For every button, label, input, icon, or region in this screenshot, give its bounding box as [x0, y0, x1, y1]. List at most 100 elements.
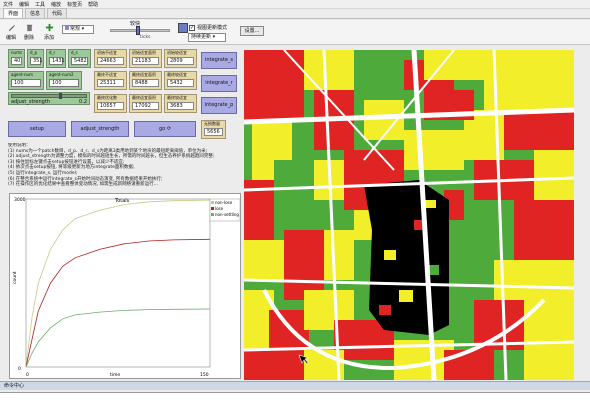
monitor: 最终不适宜 25311: [94, 71, 127, 90]
update-mode-select[interactable]: 持续更新 ▾: [188, 33, 226, 42]
delete-label: 删除: [23, 35, 34, 41]
view-updates-checkbox[interactable]: ✓: [189, 25, 195, 31]
monitor-label: 无损数量: [204, 121, 220, 126]
menu-zoom[interactable]: 缩放: [51, 1, 61, 8]
input-agent-num[interactable]: agent-num 100: [8, 71, 44, 90]
monitor-label: 最终不适宜: [97, 72, 117, 77]
input-label: d_r: [49, 50, 56, 55]
menu-help[interactable]: 帮助: [88, 1, 98, 8]
monitor: 最终适宜面积 8488: [129, 71, 162, 90]
instructions-text: 使用说明： (1) nums为一个patch数目，d_p、d_r、d_s为距离3…: [8, 143, 215, 188]
y-max-label: 3000: [14, 197, 26, 203]
legend-lose: lose: [215, 206, 224, 211]
monitor-label: 最终较适宜: [167, 72, 187, 77]
input-value[interactable]: 5482: [71, 57, 88, 65]
adjust-strength-slider[interactable]: adjust_strength 0.2: [8, 92, 90, 105]
slider-track[interactable]: [11, 94, 87, 98]
speed-slider-track[interactable]: [110, 29, 170, 32]
menu-file[interactable]: 文件: [3, 1, 13, 8]
command-center-bar[interactable]: 命令中心: [0, 381, 590, 390]
input-d-s[interactable]: d_s 5482: [68, 49, 91, 68]
monitor: 初始不适宜 24663: [94, 49, 127, 68]
slider-value: 0.2: [79, 99, 87, 105]
monitor-label: 最终较适宜: [167, 95, 187, 100]
y-axis-label: count: [12, 271, 18, 284]
monitor-label: 初始较适宜: [167, 50, 187, 55]
x-axis-label: time: [110, 372, 120, 378]
monitor: 初始较适宜 2809: [164, 49, 197, 68]
input-value[interactable]: 40: [11, 57, 22, 65]
y-min-label: 0: [18, 366, 21, 372]
interface-panel: nums 40 d_p 351 d_r 1431 d_s 5482 agent-num 1…: [5, 47, 241, 380]
input-label: agent-num2: [49, 72, 74, 77]
x-max-label: 150: [200, 372, 209, 378]
forever-icon: ⟳: [166, 126, 172, 132]
tab-interface[interactable]: 界面: [3, 8, 24, 18]
monitor-value: 5656: [204, 128, 223, 136]
input-value[interactable]: 100: [11, 79, 41, 87]
monitor-value: 10657: [97, 102, 124, 110]
ticks-label: ticks: [140, 35, 151, 40]
monitor-label: 初始适宜面积: [132, 50, 156, 55]
setup-button[interactable]: setup: [8, 121, 66, 137]
integrate-p-button[interactable]: integrate_p: [201, 97, 237, 114]
trash-icon: [26, 24, 32, 32]
totals-chart: Totals 3000 0 0 150 time count non-lose …: [12, 197, 241, 378]
view-tabs: 界面 信息 代码: [0, 8, 590, 19]
speed-slider-thumb[interactable]: [136, 26, 140, 35]
legend-swatch-non-settling: [211, 213, 214, 216]
world-view[interactable]: [244, 50, 574, 380]
input-value[interactable]: 100: [49, 79, 79, 87]
edit-button[interactable]: 编辑: [4, 23, 18, 41]
adjust-strength-button[interactable]: adjust_strength: [71, 121, 129, 137]
monitor-value: 2809: [167, 57, 194, 65]
monitor: 最终适宜面积 17092: [129, 94, 162, 113]
add-button[interactable]: 添加: [42, 23, 56, 41]
monitor: 最终优化数 10657: [94, 94, 127, 113]
settings-button[interactable]: 设置...: [240, 26, 264, 36]
input-label: nums: [11, 50, 23, 55]
monitor-label: 最终优化数: [97, 95, 117, 100]
series-group: [25, 199, 211, 368]
add-label: 添加: [43, 35, 54, 41]
x-min-label: 0: [26, 372, 29, 378]
menu-edit[interactable]: 编辑: [19, 1, 29, 8]
menu-bar: 文件 编辑 工具 缩放 标签页 帮助: [0, 0, 590, 9]
monitor-label: 最终适宜面积: [132, 72, 156, 77]
input-value[interactable]: 351: [30, 57, 43, 65]
integrate-s-button[interactable]: integrate_s: [201, 52, 237, 69]
legend-swatch-lose: [211, 207, 214, 210]
monitor-label: 最终适宜面积: [132, 95, 156, 100]
menu-tabs[interactable]: 标签页: [67, 1, 82, 8]
update-mode-value: 持续更新: [191, 34, 212, 40]
totals-plot: Totals 3000 0 0 150 time count non-lose …: [9, 193, 241, 379]
widget-type-select[interactable]: 常规 ▾: [62, 25, 94, 34]
input-agent-num2[interactable]: agent-num2 100: [46, 71, 82, 90]
integrate-r-button[interactable]: integrate_r: [201, 75, 237, 92]
command-input[interactable]: [0, 392, 590, 404]
input-d-p[interactable]: d_p 351: [27, 49, 44, 68]
monitor: 无损数量 5656: [201, 120, 226, 139]
input-nums[interactable]: nums 40: [8, 49, 25, 68]
delete-button[interactable]: 删除: [22, 23, 36, 41]
speed-indicator: [178, 23, 188, 33]
tab-info[interactable]: 信息: [25, 8, 46, 18]
plus-icon: [45, 23, 53, 32]
edit-label: 编辑: [5, 35, 16, 41]
view-updates-label: 视图更新模式: [197, 25, 228, 31]
widget-icon: [65, 26, 69, 30]
plot-frame: [25, 198, 211, 368]
monitor-value: 8488: [132, 79, 159, 87]
slider-label: adjust_strength: [11, 99, 50, 105]
monitor-value: 17092: [132, 102, 159, 110]
land-use-map[interactable]: [244, 50, 574, 380]
input-value[interactable]: 1431: [49, 57, 65, 65]
series-line-lose: [25, 238, 211, 368]
input-d-r[interactable]: d_r 1431: [46, 49, 66, 68]
menu-tools[interactable]: 工具: [35, 1, 45, 8]
command-center-label: 命令中心: [4, 383, 25, 389]
go-button[interactable]: go ⟳: [134, 121, 196, 137]
slider-thumb[interactable]: [59, 93, 62, 99]
tab-code[interactable]: 代码: [47, 8, 68, 18]
legend-non-lose: non-lose: [215, 200, 233, 205]
